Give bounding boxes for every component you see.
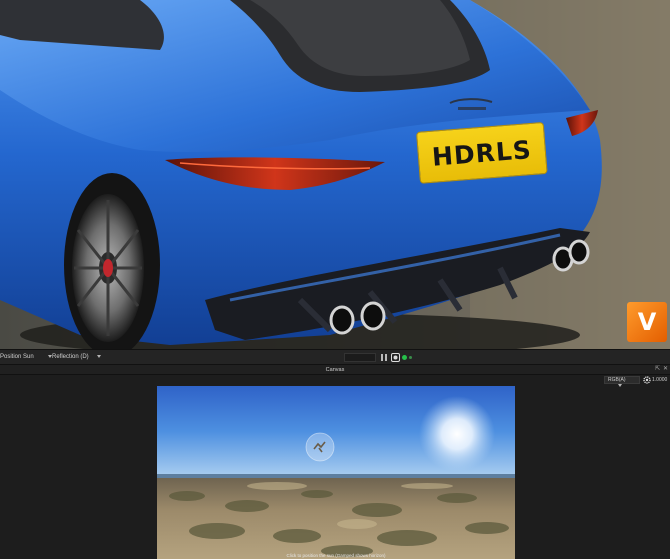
v-logo-badge: V [627, 302, 667, 342]
canvas-hint: Click to position the sun (Gamped shows … [286, 553, 386, 558]
exposure-value[interactable]: 1.0000 [652, 376, 667, 384]
panel-toggle-icon[interactable] [380, 353, 389, 362]
render-icon[interactable] [391, 353, 400, 362]
toolbar-value-field[interactable] [344, 353, 376, 362]
pin-icon[interactable]: ⇱ [654, 366, 661, 373]
render-viewport[interactable]: HDRLS V [0, 0, 670, 349]
status-dot-icon [402, 355, 407, 360]
license-plate: HDRLS [416, 121, 548, 184]
close-icon[interactable]: ✕ [662, 366, 669, 373]
viewport-toolbar: Position Sun Reflection (D) [0, 349, 670, 365]
canvas-panel-header: Canvas ⇱ ✕ [0, 365, 670, 375]
sun-target-icon[interactable] [305, 432, 335, 462]
position-mode-label: Position Sun [0, 354, 34, 360]
channel-label: RGB(A) [608, 377, 626, 383]
panel-title: Canvas [325, 367, 345, 373]
hdri-panorama [157, 386, 515, 559]
position-mode-dropdown[interactable]: Position Sun [0, 352, 52, 363]
chevron-down-icon [96, 354, 101, 358]
status-dot-icon [409, 356, 412, 359]
channel-select[interactable]: RGB(A) [604, 376, 640, 388]
reflection-label: Reflection (D) [52, 354, 89, 360]
car-render [0, 0, 670, 349]
chevron-down-icon [618, 384, 622, 388]
gear-icon[interactable] [643, 376, 651, 384]
reflection-dropdown[interactable]: Reflection (D) [52, 352, 101, 363]
hdri-canvas[interactable] [157, 386, 515, 559]
